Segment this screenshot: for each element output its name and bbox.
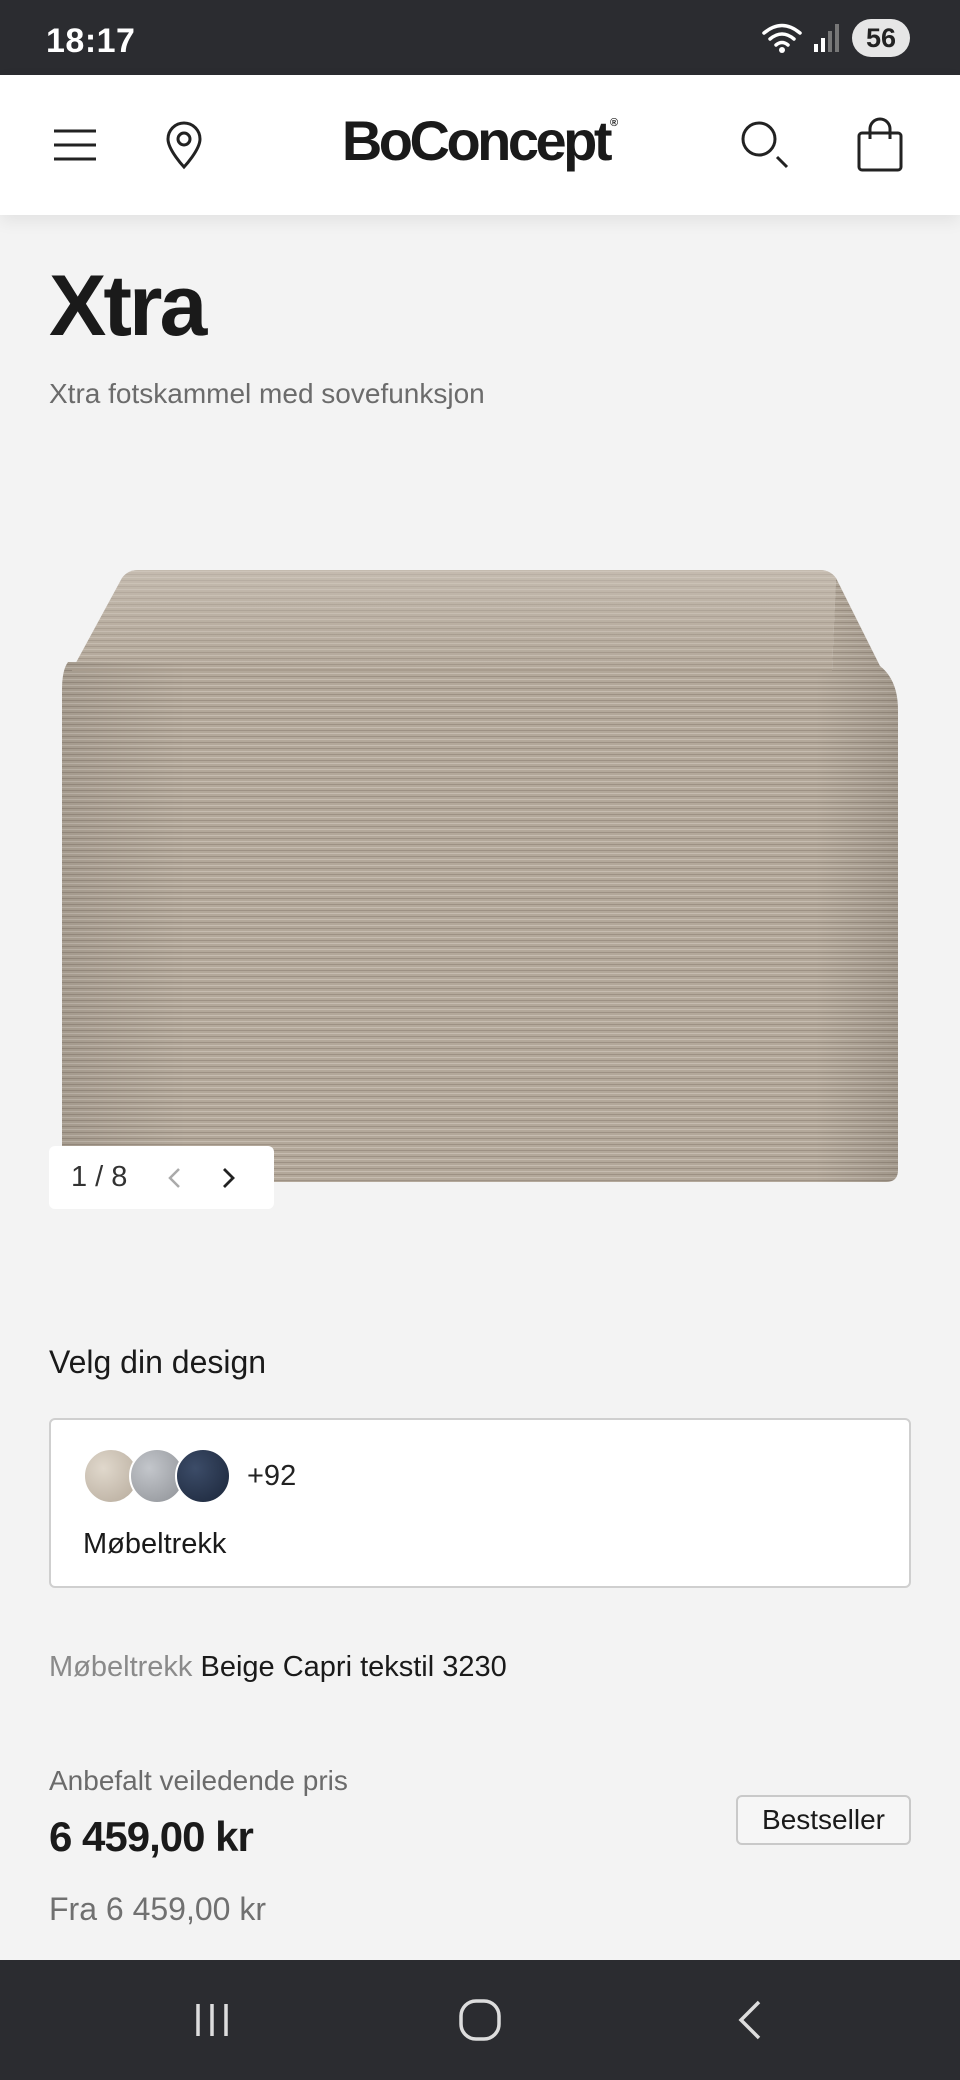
product-price: 6 459,00 kr xyxy=(49,1813,254,1860)
status-bar: 18:17 56 xyxy=(0,0,960,75)
swatch-navy xyxy=(175,1448,231,1504)
recent-apps-button[interactable] xyxy=(172,1990,252,2050)
previous-image-button[interactable] xyxy=(146,1153,201,1203)
selected-fabric-value: Beige Capri tekstil 3230 xyxy=(200,1651,507,1683)
gallery-pager: 1 / 8 xyxy=(49,1146,274,1209)
system-nav-bar xyxy=(0,1960,960,2080)
site-header: BoConcept® xyxy=(0,75,960,215)
price-from: Fra 6 459,00 kr xyxy=(49,1891,266,1927)
logo-registered-mark: ® xyxy=(610,117,619,129)
search-button[interactable] xyxy=(730,110,800,180)
shopping-bag-icon xyxy=(857,117,903,172)
chevron-right-icon xyxy=(222,1167,235,1188)
bestseller-badge: Bestseller xyxy=(736,1795,911,1845)
cart-button[interactable] xyxy=(845,110,915,180)
swatch-group: +92 xyxy=(83,1448,296,1504)
upholstery-selector[interactable]: +92 Møbeltrekk xyxy=(49,1418,911,1588)
recent-apps-icon xyxy=(196,2004,228,2036)
back-button[interactable] xyxy=(710,1990,790,2050)
home-icon xyxy=(459,1999,501,2041)
battery-icon: 56 xyxy=(852,19,910,57)
back-icon xyxy=(738,2000,761,2040)
gallery-counter: 1 / 8 xyxy=(71,1161,128,1193)
upholstery-label: Møbeltrekk xyxy=(83,1528,227,1560)
price-caption: Anbefalt veiledende pris xyxy=(49,1765,348,1796)
status-time: 18:17 xyxy=(46,22,136,60)
design-section-title: Velg din design xyxy=(49,1344,267,1380)
wifi-icon xyxy=(762,23,802,53)
home-button[interactable] xyxy=(440,1990,520,2050)
next-image-button[interactable] xyxy=(201,1153,256,1203)
product-title: Xtra xyxy=(49,258,207,354)
product-image-carousel[interactable] xyxy=(0,540,960,1200)
selected-fabric: Møbeltrekk Beige Capri tekstil 3230 xyxy=(49,1651,507,1684)
product-image xyxy=(62,570,898,1182)
status-icons: 56 xyxy=(762,18,910,58)
selected-fabric-key: Møbeltrekk xyxy=(49,1651,193,1683)
chevron-left-icon xyxy=(167,1167,180,1188)
more-swatches-count: +92 xyxy=(247,1459,297,1492)
signal-icon xyxy=(814,24,839,52)
search-icon xyxy=(741,121,789,169)
brand-logo[interactable]: BoConcept® xyxy=(0,108,960,173)
product-subtitle: Xtra fotskammel med sovefunksjon xyxy=(49,378,485,409)
logo-text: BoConcept xyxy=(341,109,613,172)
